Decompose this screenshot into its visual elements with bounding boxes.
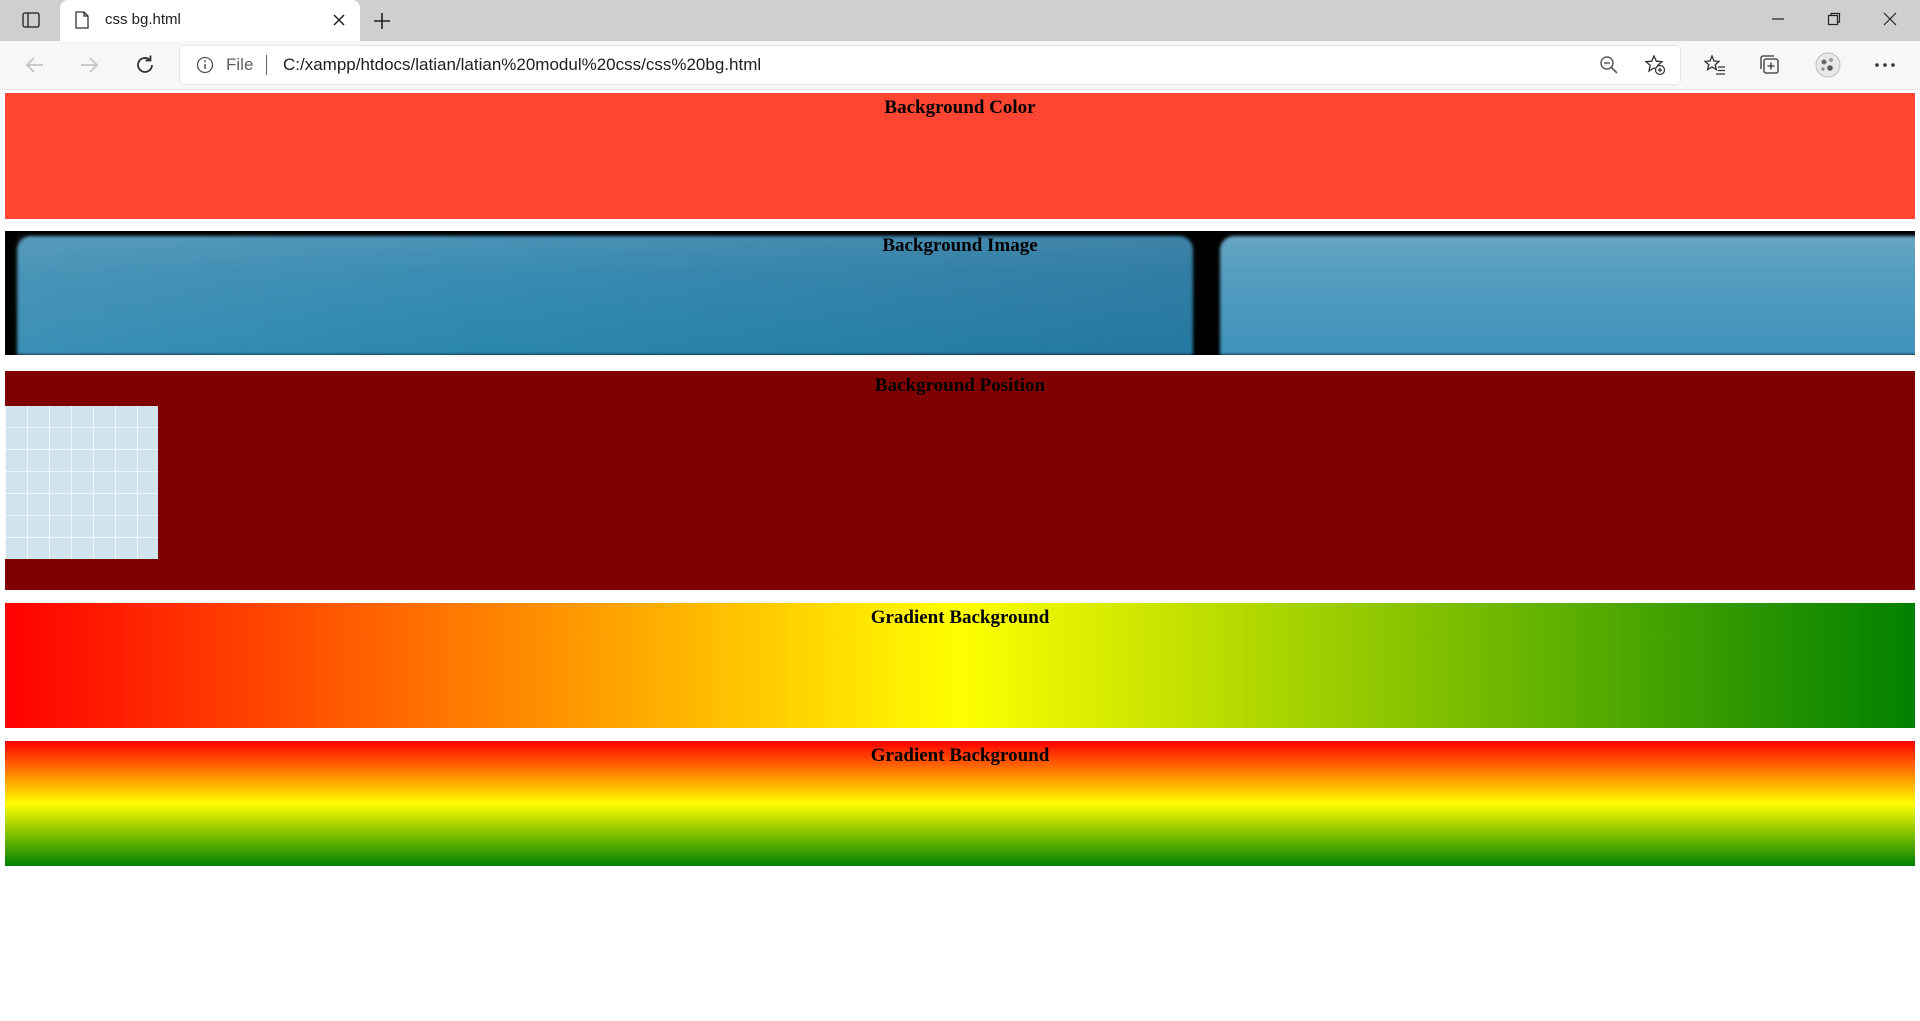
forward-button[interactable] — [72, 49, 106, 81]
zoom-out-icon — [1600, 56, 1618, 74]
back-button[interactable] — [18, 49, 52, 81]
refresh-icon — [137, 55, 153, 73]
gradient-vertical-box: Gradient Background — [5, 741, 1915, 866]
address-bar[interactable]: File C:/xampp/htdocs/latian/latian%20mod… — [180, 46, 1680, 84]
tab-active[interactable]: css bg.html — [60, 0, 360, 41]
star-add-icon — [1644, 54, 1666, 76]
new-tab-button[interactable] — [370, 9, 394, 33]
avatar — [1815, 52, 1841, 78]
profile-button[interactable] — [1811, 49, 1845, 81]
plus-icon — [374, 13, 390, 29]
minimize-button[interactable] — [1750, 0, 1806, 38]
close-icon — [1883, 12, 1897, 26]
page-content: Background Color Background Image Backgr… — [0, 90, 1920, 1021]
background-position-box: Background Position — [5, 371, 1915, 590]
more-icon — [1875, 63, 1895, 67]
info-icon[interactable] — [196, 56, 214, 74]
background-position-image — [5, 406, 158, 559]
settings-more-button[interactable] — [1868, 49, 1902, 81]
address-separator — [266, 55, 267, 75]
section-heading: Background Position — [874, 375, 1046, 396]
arrow-right-icon — [81, 57, 99, 73]
favorites-icon — [1703, 54, 1725, 75]
minimize-icon — [1772, 18, 1784, 20]
section-heading: Gradient Background — [870, 607, 1050, 628]
file-icon — [75, 11, 89, 29]
zoom-out-button[interactable] — [1598, 54, 1620, 76]
close-icon — [333, 14, 345, 26]
url-text[interactable]: C:/xampp/htdocs/latian/latian%20modul%20… — [283, 55, 761, 75]
restore-icon — [1827, 12, 1841, 26]
collections-button[interactable] — [1753, 49, 1787, 81]
refresh-button[interactable] — [128, 49, 162, 81]
tab-actions-icon — [22, 12, 40, 28]
favorites-button[interactable] — [1698, 49, 1732, 81]
gradient-horizontal-box: Gradient Background — [5, 603, 1915, 728]
restore-button[interactable] — [1806, 0, 1862, 38]
collections-icon — [1760, 55, 1779, 74]
tab-close-button[interactable] — [330, 11, 348, 29]
section-heading: Background Color — [884, 97, 1036, 118]
tab-title: css bg.html — [105, 11, 181, 28]
window-close-button[interactable] — [1862, 0, 1918, 38]
browser-toolbar: File C:/xampp/htdocs/latian/latian%20mod… — [0, 41, 1920, 89]
scheme-label: File — [226, 55, 254, 74]
background-image-box: Background Image — [5, 231, 1915, 355]
add-favorite-button[interactable] — [1644, 54, 1666, 76]
section-heading: Gradient Background — [870, 745, 1050, 766]
tab-strip: css bg.html — [0, 0, 1920, 41]
arrow-left-icon — [25, 57, 43, 73]
section-heading: Background Image — [882, 235, 1038, 256]
background-color-box: Background Color — [5, 93, 1915, 219]
tab-actions-button[interactable] — [14, 9, 48, 31]
